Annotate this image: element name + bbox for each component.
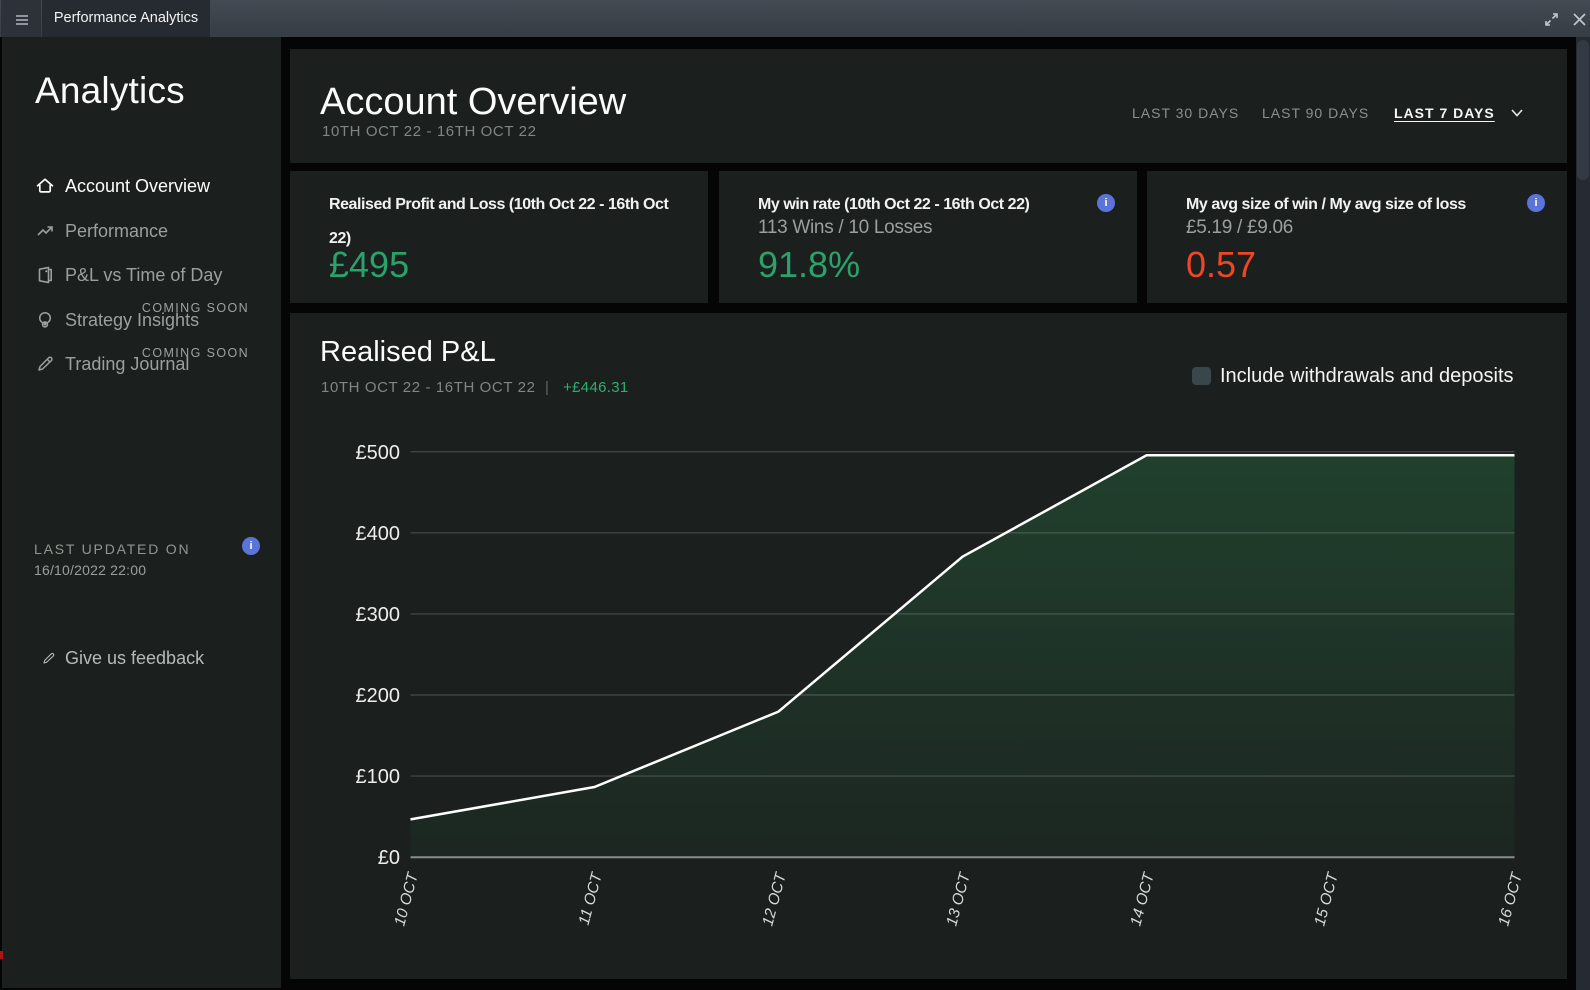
svg-text:11 OCT: 11 OCT [576,870,607,927]
svg-text:£100: £100 [356,766,401,788]
svg-text:10 OCT: 10 OCT [391,870,422,928]
svg-text:£300: £300 [356,604,401,626]
svg-text:16 OCT: 16 OCT [1495,870,1526,928]
svg-text:14 OCT: 14 OCT [1127,870,1158,928]
svg-text:£0: £0 [378,847,400,869]
svg-text:£400: £400 [356,523,401,545]
svg-text:15 OCT: 15 OCT [1311,870,1342,928]
svg-text:12 OCT: 12 OCT [759,870,790,928]
svg-text:£200: £200 [356,685,401,707]
svg-text:£500: £500 [356,442,401,464]
svg-text:13 OCT: 13 OCT [943,870,974,928]
